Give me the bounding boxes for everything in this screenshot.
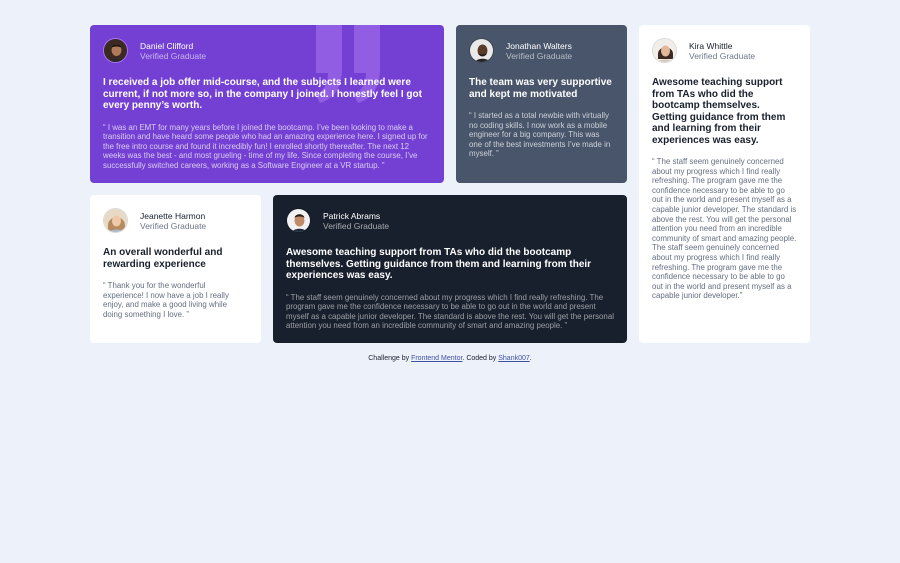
testimonial-body: “ The staff seem genuinely concerned abo… xyxy=(652,157,797,301)
testimonial-card-jeanette: Jeanette Harmon Verified Graduate An ove… xyxy=(90,195,261,343)
testimonial-headline: An overall wonderful and rewarding exper… xyxy=(103,247,223,270)
author-name: Jeanette Harmon xyxy=(140,210,206,221)
author-name: Jonathan Walters xyxy=(506,40,572,51)
testimonial-headline: The team was very supportive and kept me… xyxy=(469,77,612,100)
testimonial-card-patrick: Patrick Abrams Verified Graduate Awesome… xyxy=(273,195,627,343)
avatar-patrick-icon xyxy=(286,208,311,233)
attribution-middle: . Coded by xyxy=(462,355,499,362)
attribution-suffix: . xyxy=(529,355,532,362)
avatar-daniel-icon xyxy=(103,38,128,63)
frontend-mentor-link[interactable]: Frontend Mentor xyxy=(411,355,462,362)
testimonial-card-daniel: Daniel Clifford Verified Graduate I rece… xyxy=(90,25,444,183)
author-name: Kira Whittle xyxy=(689,40,733,51)
author-name: Daniel Clifford xyxy=(140,40,194,51)
author-status: Verified Graduate xyxy=(140,50,207,61)
testimonial-body: “ I was an EMT for many years before I j… xyxy=(103,122,428,170)
testimonial-header: Jonathan Walters Verified Graduate xyxy=(469,38,614,63)
testimonial-body: “ I started as a total newbie with virtu… xyxy=(469,111,611,159)
author-status: Verified Graduate xyxy=(689,50,756,61)
testimonial-header: Patrick Abrams Verified Graduate xyxy=(286,208,614,233)
author-status: Verified Graduate xyxy=(323,220,390,231)
testimonial-header: Daniel Clifford Verified Graduate xyxy=(103,38,431,63)
testimonial-card-jonathan: Jonathan Walters Verified Graduate The t… xyxy=(456,25,627,183)
testimonial-card-kira: Kira Whittle Verified Graduate Awesome t… xyxy=(639,25,810,343)
testimonial-header: Kira Whittle Verified Graduate xyxy=(652,38,797,63)
testimonial-headline: I received a job offer mid-course, and t… xyxy=(103,77,422,111)
avatar-jonathan-icon xyxy=(469,38,494,63)
testimonial-body: “ Thank you for the wonderful experience… xyxy=(103,281,229,319)
author-status: Verified Graduate xyxy=(506,50,573,61)
author-status: Verified Graduate xyxy=(140,220,207,231)
author-link[interactable]: Shank007 xyxy=(498,355,530,362)
avatar-jeanette-icon xyxy=(103,208,128,233)
attribution-prefix: Challenge by xyxy=(368,355,412,362)
attribution-footer: Challenge by Frontend Mentor. Coded by S… xyxy=(0,355,900,362)
avatar-kira-icon xyxy=(652,38,677,63)
author-name: Patrick Abrams xyxy=(323,210,381,221)
testimonial-header: Jeanette Harmon Verified Graduate xyxy=(103,208,248,233)
testimonial-headline: Awesome teaching support from TAs who di… xyxy=(652,77,786,146)
testimonial-body: “ The staff seem genuinely concerned abo… xyxy=(286,292,614,331)
testimonial-headline: Awesome teaching support from TAs who di… xyxy=(286,247,592,281)
